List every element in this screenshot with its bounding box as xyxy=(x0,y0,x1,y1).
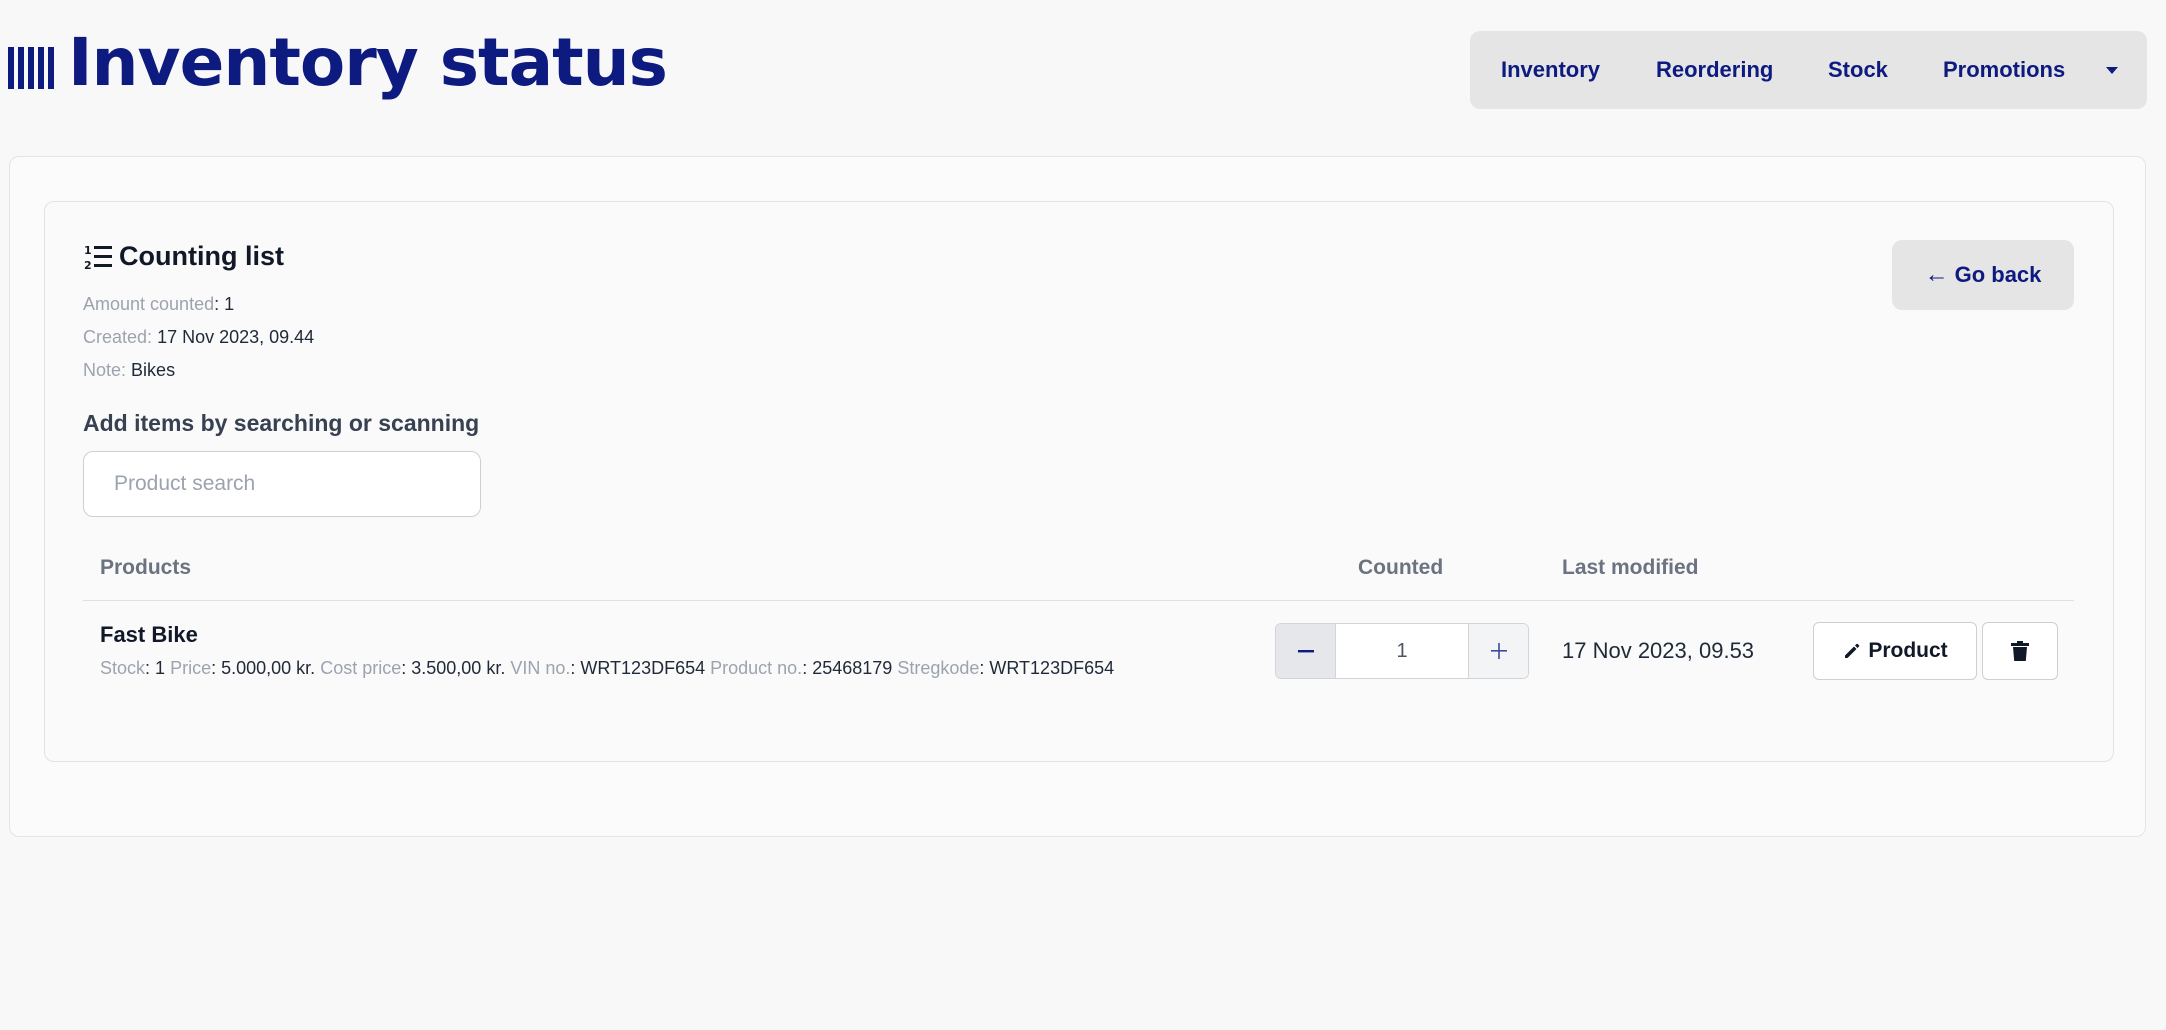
last-modified-value: 17 Nov 2023, 09.53 xyxy=(1562,638,1755,663)
page-title: Inventory status xyxy=(68,24,668,101)
trash-icon xyxy=(2011,641,2029,661)
column-header-products: Products xyxy=(100,556,192,579)
caret-down-icon[interactable] xyxy=(2106,67,2118,74)
arrow-left-icon: ← xyxy=(1924,261,1949,288)
cost-price-value: 3.500,00 kr. xyxy=(411,658,506,678)
svg-text:2: 2 xyxy=(84,259,92,271)
vin-value: WRT123DF654 xyxy=(580,658,706,678)
counting-list-heading: 1 2 Counting list xyxy=(83,241,284,272)
vin-label: VIN no. xyxy=(510,658,571,678)
barcode-value: WRT123DF654 xyxy=(989,658,1115,678)
counted-stepper xyxy=(1275,623,1529,679)
price-value: 5.000,00 kr. xyxy=(221,658,316,678)
stock-label: Stock xyxy=(100,658,146,678)
amount-counted-label: Amount counted xyxy=(83,294,215,314)
amount-counted: Amount counted: 1 xyxy=(83,294,235,314)
pencil-icon xyxy=(1845,643,1860,658)
stock-value: 1 xyxy=(155,658,166,678)
delete-row-button[interactable] xyxy=(1982,622,2058,680)
go-back-button[interactable]: ← Go back xyxy=(1892,240,2074,310)
price-label: Price xyxy=(170,658,212,678)
plus-icon xyxy=(1490,643,1507,659)
increment-button[interactable] xyxy=(1469,624,1528,678)
note-label: Note: xyxy=(83,360,127,380)
product-button-label: Product xyxy=(1868,639,1948,662)
product-no-value: 25468179 xyxy=(812,658,893,678)
nav-item-inventory[interactable]: Inventory xyxy=(1501,57,1600,83)
main-panel: 1 2 Counting list Amount counted: 1 Crea… xyxy=(9,156,2146,837)
amount-counted-value: 1 xyxy=(224,294,235,314)
counting-list-card: 1 2 Counting list Amount counted: 1 Crea… xyxy=(44,201,2114,762)
top-nav: Inventory Reordering Stock Promotions xyxy=(1470,31,2147,109)
column-header-counted: Counted xyxy=(1358,556,1444,579)
barcode-icon xyxy=(8,47,54,89)
counted-input[interactable] xyxy=(1335,624,1469,678)
add-items-label: Add items by searching or scanning xyxy=(83,410,480,436)
decrement-button[interactable] xyxy=(1276,624,1335,678)
column-header-last-modified: Last modified xyxy=(1562,556,1699,579)
numbered-list-icon: 1 2 xyxy=(84,244,112,271)
brand: Inventory status xyxy=(8,24,668,101)
barcode-label: Stregkode xyxy=(897,658,980,678)
product-no-label: Product no. xyxy=(710,658,803,678)
product-search-input[interactable] xyxy=(83,451,481,517)
header: Inventory status Inventory Reordering St… xyxy=(0,0,2166,140)
note: Note: Bikes xyxy=(83,360,175,381)
table-header-divider xyxy=(83,600,2074,601)
cost-price-label: Cost price xyxy=(320,658,402,678)
created-date: Created: 17 Nov 2023, 09.44 xyxy=(83,327,314,348)
created-label: Created: xyxy=(83,327,153,347)
svg-text:1: 1 xyxy=(84,244,92,257)
edit-product-button[interactable]: Product xyxy=(1813,622,1977,680)
created-value: 17 Nov 2023, 09.44 xyxy=(157,327,315,347)
nav-item-reordering[interactable]: Reordering xyxy=(1656,57,1773,83)
counting-list-title: Counting list xyxy=(119,241,284,271)
product-details: Stock: 1 Price: 5.000,00 kr. Cost price:… xyxy=(100,658,1115,678)
nav-item-stock[interactable]: Stock xyxy=(1828,57,1888,83)
minus-icon xyxy=(1297,650,1314,653)
go-back-label: Go back xyxy=(1954,262,2042,287)
product-name: Fast Bike xyxy=(100,622,198,647)
nav-item-promotions[interactable]: Promotions xyxy=(1943,57,2065,83)
note-value: Bikes xyxy=(131,360,176,380)
